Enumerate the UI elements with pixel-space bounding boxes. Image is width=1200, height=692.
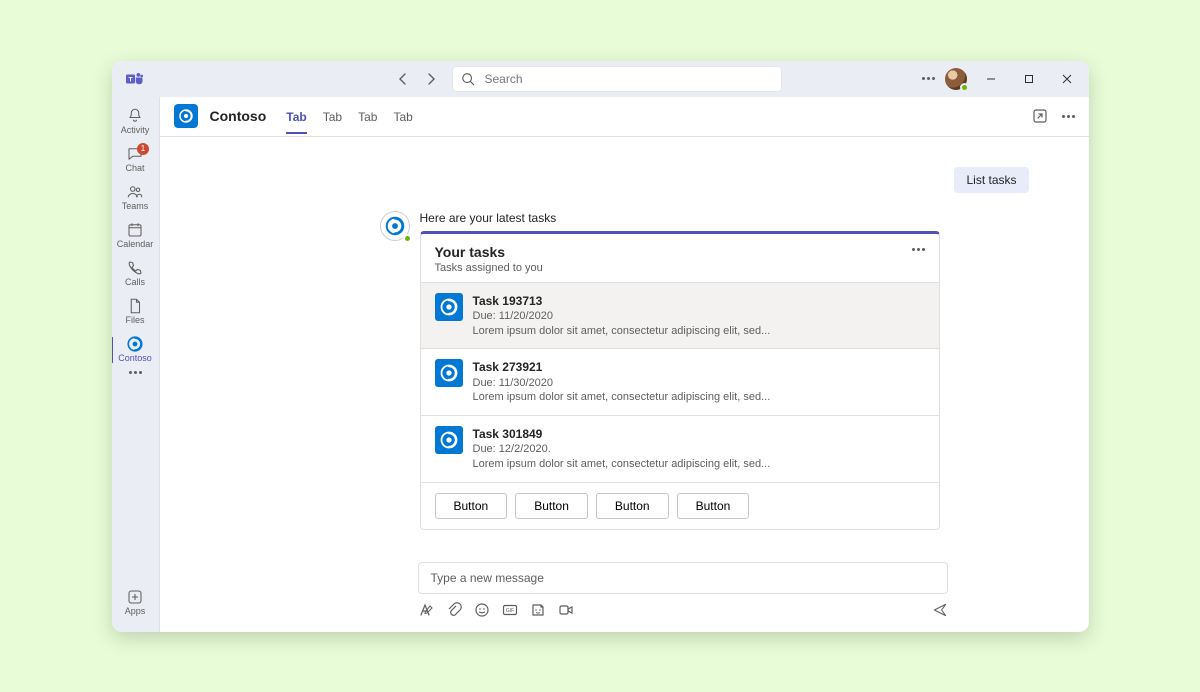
history-nav [390, 66, 444, 92]
header-more-button[interactable] [1062, 115, 1075, 118]
app-header: Contoso Tab Tab Tab Tab [160, 97, 1089, 137]
search-icon [461, 72, 475, 86]
bell-icon [126, 107, 144, 125]
task-icon [435, 426, 463, 454]
task-title: Task 273921 [473, 359, 771, 375]
tab-3[interactable]: Tab [393, 99, 412, 133]
chat-scroll[interactable]: List tasks Here are your latest tasks Yo… [160, 137, 1089, 554]
task-title: Task 301849 [473, 426, 771, 442]
people-icon [126, 183, 144, 201]
task-icon [435, 293, 463, 321]
format-icon[interactable] [418, 602, 434, 618]
task-desc: Lorem ipsum dolor sit amet, consectetur … [473, 457, 771, 472]
tab-1[interactable]: Tab [323, 99, 342, 133]
contoso-header-icon [174, 104, 198, 128]
presence-available-icon [960, 83, 969, 92]
presence-available-icon [403, 234, 412, 243]
tasks-card: Your tasks Tasks assigned to you Task 19… [420, 231, 940, 531]
main-content: Contoso Tab Tab Tab Tab List tasks [160, 97, 1089, 632]
app-rail: Activity 1 Chat Teams Calendar Calls [112, 97, 160, 632]
window-title-bar: T [112, 61, 1089, 97]
rail-calls[interactable]: Calls [112, 255, 160, 293]
task-title: Task 193713 [473, 293, 771, 309]
apps-add-icon [126, 588, 144, 606]
task-icon [435, 359, 463, 387]
chat-badge: 1 [137, 143, 149, 155]
card-button-1[interactable]: Button [515, 493, 588, 519]
composer-toolbar: GIF [418, 602, 948, 618]
calendar-icon [126, 221, 144, 239]
card-more-button[interactable] [912, 244, 925, 251]
card-button-0[interactable]: Button [435, 493, 508, 519]
user-avatar[interactable] [945, 68, 967, 90]
bot-avatar [380, 211, 410, 241]
card-button-3[interactable]: Button [677, 493, 750, 519]
rail-teams[interactable]: Teams [112, 179, 160, 217]
window-close-button[interactable] [1053, 65, 1081, 93]
send-button[interactable] [932, 602, 948, 618]
user-message-pill: List tasks [954, 167, 1028, 193]
task-row[interactable]: Task 301849 Due: 12/2/2020. Lorem ipsum … [421, 415, 939, 482]
sticker-icon[interactable] [530, 602, 546, 618]
svg-text:GIF: GIF [505, 608, 513, 614]
chevron-right-icon [425, 73, 437, 85]
rail-chat[interactable]: 1 Chat [112, 141, 160, 179]
app-title: Contoso [210, 108, 267, 124]
window-minimize-button[interactable] [977, 65, 1005, 93]
card-subtitle: Tasks assigned to you [435, 262, 912, 274]
rail-label: Chat [125, 164, 144, 173]
ellipsis-icon [129, 371, 142, 374]
message-input[interactable]: Type a new message [418, 562, 948, 594]
task-row[interactable]: Task 273921 Due: 11/30/2020 Lorem ipsum … [421, 348, 939, 415]
user-message: List tasks [250, 167, 1029, 193]
rail-label: Activity [121, 126, 150, 135]
header-tabs: Tab Tab Tab Tab [286, 99, 413, 133]
task-row[interactable]: Task 193713 Due: 11/20/2020 Lorem ipsum … [421, 282, 939, 349]
teams-window: T A [112, 61, 1089, 632]
rail-contoso[interactable]: Contoso [112, 331, 160, 369]
tab-2[interactable]: Tab [358, 99, 377, 133]
gif-icon[interactable]: GIF [502, 602, 518, 618]
rail-label: Files [125, 316, 144, 325]
meeting-icon[interactable] [558, 602, 574, 618]
task-due: Due: 11/30/2020 [473, 376, 771, 391]
chevron-left-icon [397, 73, 409, 85]
composer-area: Type a new message GIF [160, 554, 1089, 632]
task-desc: Lorem ipsum dolor sit amet, consectetur … [473, 324, 771, 339]
task-due: Due: 12/2/2020. [473, 442, 771, 457]
rail-files[interactable]: Files [112, 293, 160, 331]
forward-button[interactable] [418, 66, 444, 92]
file-icon [126, 297, 144, 315]
card-actions: Button Button Button Button [421, 482, 939, 529]
bot-message-row: Here are your latest tasks Your tasks Ta… [380, 211, 940, 531]
teams-logo-icon: T [126, 72, 144, 86]
attach-icon[interactable] [446, 602, 462, 618]
card-button-2[interactable]: Button [596, 493, 669, 519]
popout-icon[interactable] [1032, 108, 1048, 124]
rail-label: Calls [125, 278, 145, 287]
rail-apps[interactable]: Apps [112, 584, 160, 622]
search-box[interactable] [452, 66, 782, 92]
rail-label: Teams [122, 202, 149, 211]
task-due: Due: 11/20/2020 [473, 309, 771, 324]
tab-0[interactable]: Tab [286, 99, 306, 133]
bot-intro-text: Here are your latest tasks [420, 211, 940, 225]
task-desc: Lorem ipsum dolor sit amet, consectetur … [473, 390, 771, 405]
card-title: Your tasks [435, 244, 912, 260]
rail-label: Apps [125, 607, 146, 616]
contoso-app-icon [126, 335, 144, 353]
rail-label: Contoso [118, 354, 152, 363]
emoji-icon[interactable] [474, 602, 490, 618]
rail-label: Calendar [117, 240, 154, 249]
more-menu-button[interactable] [922, 77, 935, 80]
back-button[interactable] [390, 66, 416, 92]
phone-icon [126, 259, 144, 277]
search-input[interactable] [483, 71, 773, 87]
rail-more[interactable] [112, 369, 160, 380]
window-maximize-button[interactable] [1015, 65, 1043, 93]
rail-calendar[interactable]: Calendar [112, 217, 160, 255]
rail-activity[interactable]: Activity [112, 103, 160, 141]
